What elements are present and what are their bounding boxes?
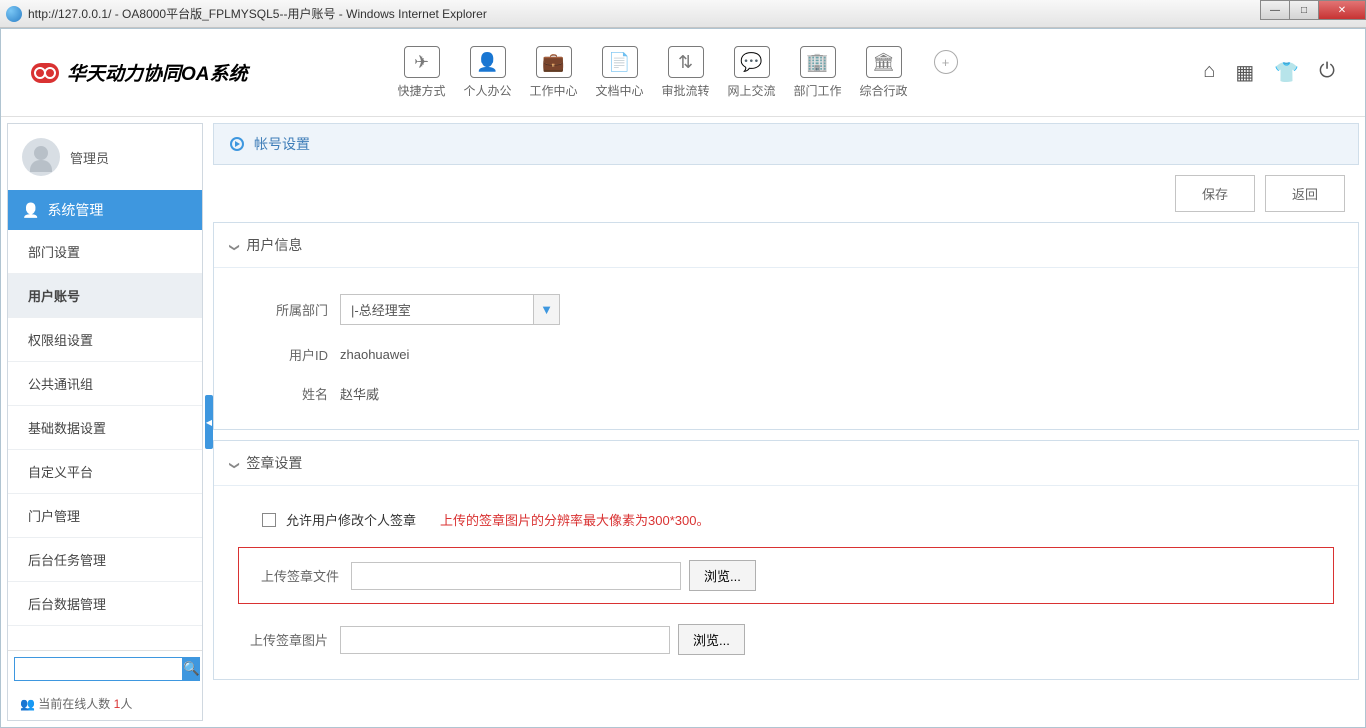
theme-icon[interactable]: 👕 — [1274, 60, 1299, 85]
row-upload-image: 上传签章图片 浏览... — [238, 616, 1334, 663]
action-bar: 保存 返回 — [213, 175, 1359, 222]
save-button[interactable]: 保存 — [1175, 175, 1255, 212]
power-icon[interactable]: ⏻ — [1319, 60, 1335, 85]
user-icon: 👤 — [470, 46, 506, 78]
building-icon: 🏢 — [800, 46, 836, 78]
logo: 华天动力协同OA系统 — [31, 59, 248, 86]
value-userid: zhaohuawei — [340, 347, 409, 362]
app-body: 管理员 系统管理 部门设置 用户账号 权限组设置 公共通讯组 基础数据设置 自定… — [1, 117, 1365, 727]
browse-file-button[interactable]: 浏览... — [689, 560, 756, 591]
panel-user-title[interactable]: 用户信息 — [214, 223, 1358, 268]
ie-icon — [6, 6, 22, 22]
search-input[interactable] — [14, 657, 183, 681]
online-suffix: 人 — [120, 697, 132, 711]
main-content: 帐号设置 保存 返回 用户信息 所属部门 |-总经理室 ▼ — [213, 123, 1359, 721]
app-header: 华天动力协同OA系统 ✈快捷方式 👤个人办公 💼工作中心 📄文档中心 ⇅审批流转… — [1, 29, 1365, 117]
chevron-down-icon: ▼ — [533, 295, 559, 324]
browse-image-button[interactable]: 浏览... — [678, 624, 745, 655]
apps-icon[interactable]: ▦ — [1235, 60, 1254, 85]
row-upload-file: 上传签章文件 浏览... — [238, 547, 1334, 604]
send-icon: ✈ — [404, 46, 440, 78]
upload-file-input[interactable] — [351, 562, 681, 590]
header-right: ⌂ ▦ 👕 ⏻ — [1203, 60, 1335, 85]
sidebar-bottom: 🔍 👥 当前在线人数 1人 — [8, 650, 202, 720]
upload-image-input[interactable] — [340, 626, 670, 654]
menu-backend-data[interactable]: 后台数据管理 — [8, 582, 202, 626]
panel-user-body: 所属部门 |-总经理室 ▼ 用户ID zhaohuawei 姓名 赵华威 — [214, 268, 1358, 429]
label-upload-image: 上传签章图片 — [238, 630, 328, 649]
nav-admin[interactable]: 🏛综合行政 — [860, 46, 908, 99]
avatar-icon — [22, 138, 60, 176]
flow-icon: ⇅ — [668, 46, 704, 78]
nav-personal[interactable]: 👤个人办公 — [464, 46, 512, 99]
user-block: 管理员 — [8, 124, 202, 190]
chat-icon: 💬 — [734, 46, 770, 78]
online-prefix: 当前在线人数 — [38, 697, 113, 711]
panel-user-info: 用户信息 所属部门 |-总经理室 ▼ 用户ID zhaohuawei — [213, 222, 1359, 430]
app-frame: 华天动力协同OA系统 ✈快捷方式 👤个人办公 💼工作中心 📄文档中心 ⇅审批流转… — [0, 28, 1366, 728]
menu-basic-data[interactable]: 基础数据设置 — [8, 406, 202, 450]
search-row: 🔍 — [8, 651, 202, 687]
nav-department[interactable]: 🏢部门工作 — [794, 46, 842, 99]
sidebar-collapse-handle[interactable]: ◀ — [205, 395, 213, 449]
breadcrumb-icon — [230, 137, 244, 151]
online-info[interactable]: 👥 当前在线人数 1人 — [8, 687, 202, 720]
logo-icon — [31, 63, 59, 83]
nav-communicate[interactable]: 💬网上交流 — [728, 46, 776, 99]
logo-text: 华天动力协同OA系统 — [67, 59, 248, 86]
row-dept: 所属部门 |-总经理室 ▼ — [238, 284, 1334, 335]
label-upload-file: 上传签章文件 — [249, 566, 339, 585]
window-controls: — □ ✕ — [1261, 0, 1366, 20]
window-title: http://127.0.0.1/ - OA8000平台版_FPLMYSQL5-… — [6, 5, 1360, 22]
panel-sign-body: 允许用户修改个人签章 上传的签章图片的分辨率最大像素为300*300。 上传签章… — [214, 486, 1358, 679]
menu-custom-platform[interactable]: 自定义平台 — [8, 450, 202, 494]
value-name: 赵华威 — [340, 384, 379, 403]
label-dept: 所属部门 — [238, 300, 328, 319]
nav-doccenter[interactable]: 📄文档中心 — [596, 46, 644, 99]
back-button[interactable]: 返回 — [1265, 175, 1345, 212]
dept-selected: |-总经理室 — [341, 295, 533, 324]
breadcrumb-text: 帐号设置 — [254, 134, 310, 154]
home-icon[interactable]: ⌂ — [1203, 60, 1215, 85]
panel-sign-settings: 签章设置 允许用户修改个人签章 上传的签章图片的分辨率最大像素为300*300。… — [213, 440, 1359, 680]
row-userid: 用户ID zhaohuawei — [238, 335, 1334, 374]
checkbox-label: 允许用户修改个人签章 — [286, 510, 416, 529]
briefcase-icon: 💼 — [536, 46, 572, 78]
nav-shortcut[interactable]: ✈快捷方式 — [398, 46, 446, 99]
menu-backend-tasks[interactable]: 后台任务管理 — [8, 538, 202, 582]
bank-icon: 🏛 — [866, 46, 902, 78]
dept-dropdown[interactable]: |-总经理室 ▼ — [340, 294, 560, 325]
row-allow-modify: 允许用户修改个人签章 上传的签章图片的分辨率最大像素为300*300。 — [238, 502, 1334, 541]
row-name: 姓名 赵华威 — [238, 374, 1334, 413]
search-button[interactable]: 🔍 — [183, 657, 200, 681]
label-name: 姓名 — [238, 384, 328, 403]
warn-text: 上传的签章图片的分辨率最大像素为300*300。 — [440, 510, 709, 529]
panel-sign-title[interactable]: 签章设置 — [214, 441, 1358, 486]
allow-modify-checkbox[interactable] — [262, 513, 276, 527]
category-label: 系统管理 — [47, 200, 103, 220]
menu-list: 部门设置 用户账号 权限组设置 公共通讯组 基础数据设置 自定义平台 门户管理 … — [8, 230, 202, 650]
user-name: 管理员 — [70, 148, 109, 167]
menu-portal[interactable]: 门户管理 — [8, 494, 202, 538]
main-nav: ✈快捷方式 👤个人办公 💼工作中心 📄文档中心 ⇅审批流转 💬网上交流 🏢部门工… — [398, 46, 958, 99]
menu-dept-settings[interactable]: 部门设置 — [8, 230, 202, 274]
nav-workcenter[interactable]: 💼工作中心 — [530, 46, 578, 99]
nav-add-button[interactable]: + — [934, 50, 958, 74]
sidebar-category[interactable]: 系统管理 — [8, 190, 202, 230]
label-userid: 用户ID — [238, 345, 328, 364]
close-button[interactable]: ✕ — [1318, 0, 1366, 20]
breadcrumb: 帐号设置 — [213, 123, 1359, 165]
menu-permission-group[interactable]: 权限组设置 — [8, 318, 202, 362]
browser-titlebar: http://127.0.0.1/ - OA8000平台版_FPLMYSQL5-… — [0, 0, 1366, 28]
menu-user-account[interactable]: 用户账号 — [8, 274, 202, 318]
title-text: http://127.0.0.1/ - OA8000平台版_FPLMYSQL5-… — [28, 5, 487, 22]
maximize-button[interactable]: □ — [1289, 0, 1319, 20]
nav-approval[interactable]: ⇅审批流转 — [662, 46, 710, 99]
sidebar: 管理员 系统管理 部门设置 用户账号 权限组设置 公共通讯组 基础数据设置 自定… — [7, 123, 203, 721]
document-icon: 📄 — [602, 46, 638, 78]
minimize-button[interactable]: — — [1260, 0, 1290, 20]
menu-public-contacts[interactable]: 公共通讯组 — [8, 362, 202, 406]
